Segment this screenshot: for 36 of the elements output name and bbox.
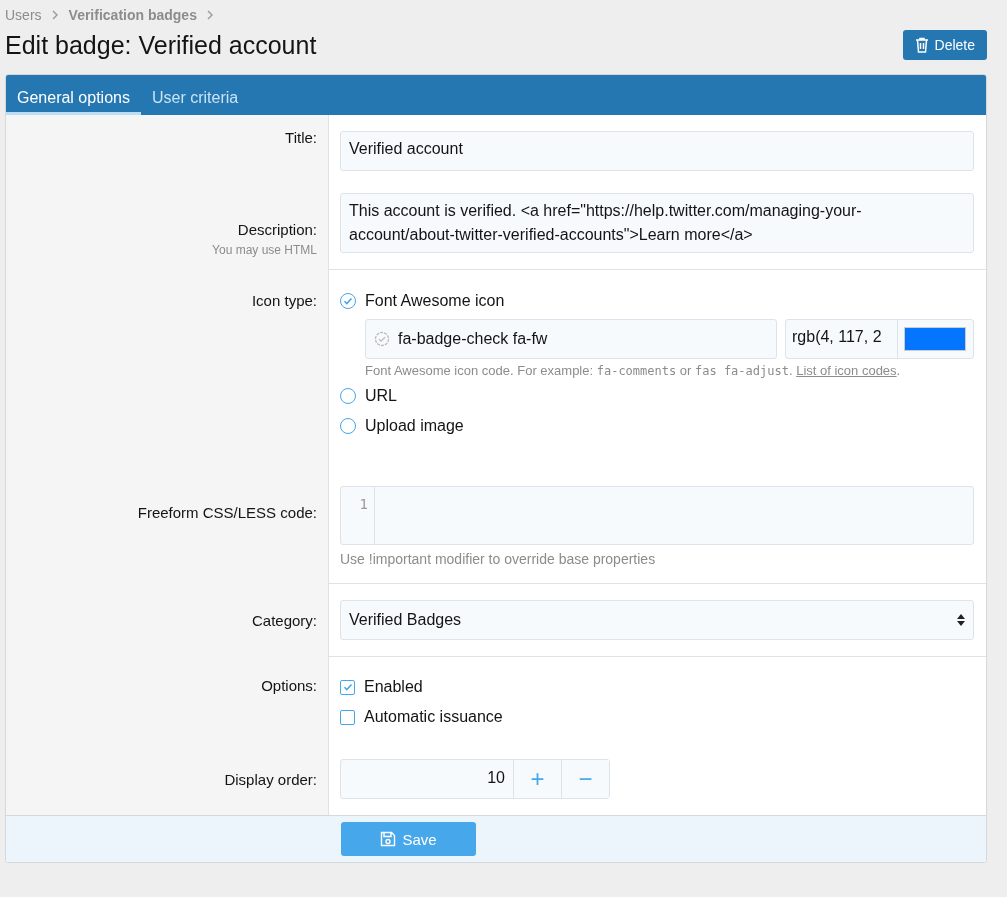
input-field[interactable]: Verified account xyxy=(340,131,974,171)
color-field[interactable]: rgb(4, 117, 2 xyxy=(785,319,974,359)
chevron-icon xyxy=(206,10,214,20)
select-field[interactable]: Verified Badges xyxy=(340,600,974,640)
field-label: Freeform CSS/LESS code: xyxy=(137,504,317,521)
field-label: Icon type: xyxy=(251,292,317,309)
input-field[interactable]: fa-badge-check fa-fw xyxy=(365,319,777,359)
color-swatch[interactable] xyxy=(904,327,966,351)
icon-codes-link[interactable]: List of icon codes xyxy=(796,363,897,378)
field-label: Options: xyxy=(261,677,317,694)
line-number: 1 xyxy=(341,487,375,544)
floppy-disk-icon xyxy=(380,831,397,847)
field-label: Title: xyxy=(285,129,317,146)
textarea-field[interactable]: This account is verified. <a href="https://help.twitter.com/managing-your-account/about-twitter-verified-accounts">Learn more</a> xyxy=(340,193,974,253)
badge-check-icon xyxy=(374,331,390,347)
checkbox-option[interactable]: Enabled xyxy=(340,675,974,699)
radio-option[interactable]: Upload image xyxy=(340,414,974,438)
checkmark-icon xyxy=(343,296,353,306)
field-label: Category: xyxy=(251,612,317,629)
checkmark-icon xyxy=(342,682,353,692)
trash-icon xyxy=(914,37,929,53)
sort-caret-icon xyxy=(957,614,965,626)
tab[interactable]: User criteria xyxy=(140,75,250,115)
delete-button[interactable]: Delete xyxy=(902,30,987,60)
page-title: Edit badge: Verified account xyxy=(5,30,317,60)
checkbox-option[interactable]: Automatic issuance xyxy=(340,705,974,729)
field-hint: You may use HTML xyxy=(212,243,317,257)
checkbox[interactable] xyxy=(340,709,355,725)
help-text: Font Awesome icon code. For example: fa-comments or fas fa-adjust. List of icon codes. xyxy=(365,363,902,378)
radio-option[interactable]: Font Awesome icon xyxy=(340,289,974,313)
help-text: Use !important modifier to override base properties xyxy=(340,551,657,567)
radio-option[interactable]: URL xyxy=(340,384,974,408)
checkbox[interactable] xyxy=(340,679,355,695)
field-label: Display order: xyxy=(224,771,317,788)
field-label: Description: xyxy=(237,221,317,238)
chevron-icon xyxy=(51,10,59,20)
